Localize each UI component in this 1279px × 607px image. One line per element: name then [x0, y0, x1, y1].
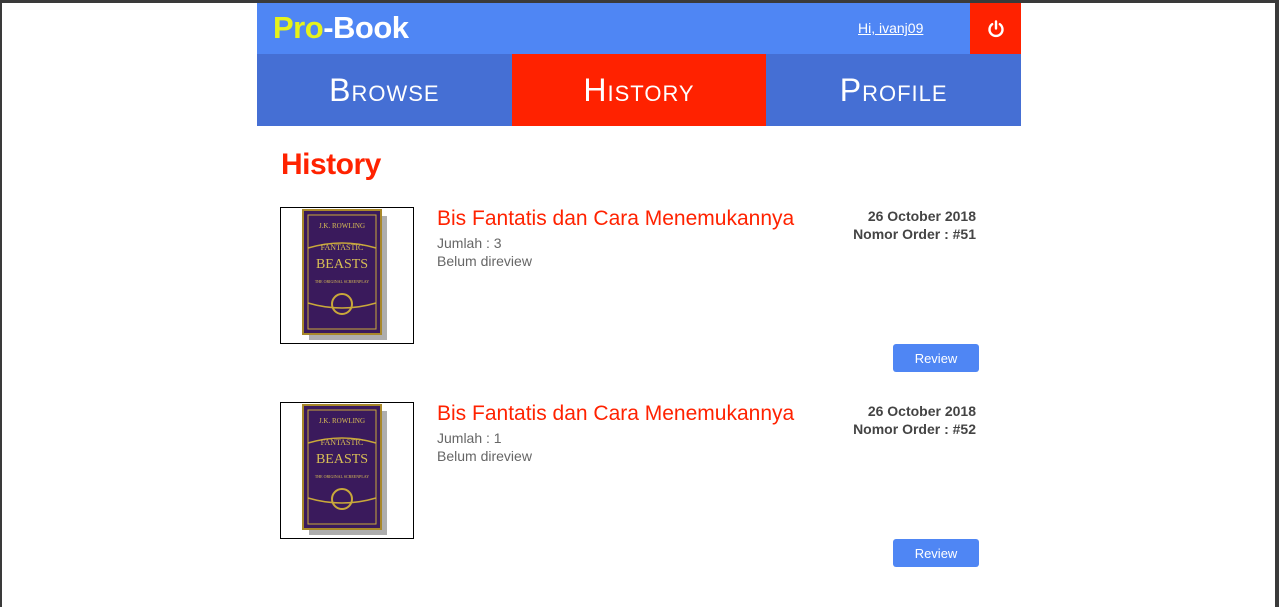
review-button[interactable]: Review: [893, 539, 979, 567]
order-number: Nomor Order : #52: [853, 421, 976, 437]
order-item: J.K. ROWLING FANTASTIC BEASTS THE ORIGIN…: [280, 207, 999, 373]
cover-subtitle: THE ORIGINAL SCREENPLAY: [315, 474, 369, 479]
logo-book: -Book: [323, 10, 409, 45]
order-number: Nomor Order : #51: [853, 226, 976, 242]
header-bar: Pro-Book Hi, ivanj09: [257, 3, 1021, 54]
book-cover-art: J.K. ROWLING FANTASTIC BEASTS THE ORIGIN…: [302, 209, 387, 340]
review-status: Belum direview: [437, 448, 532, 464]
book-cover-art: J.K. ROWLING FANTASTIC BEASTS THE ORIGIN…: [302, 404, 387, 535]
page-title: History: [281, 148, 381, 181]
order-date: 26 October 2018: [867, 403, 976, 419]
book-title: Bis Fantatis dan Cara Menemukannya: [437, 402, 795, 425]
logout-button[interactable]: [970, 3, 1021, 54]
order-date: 26 October 2018: [867, 208, 976, 224]
cover-author: J.K. ROWLING: [319, 222, 365, 230]
main-nav: Browse History Profile: [257, 54, 1021, 126]
cover-author: J.K. ROWLING: [319, 417, 365, 425]
cover-title-line2: BEASTS: [316, 452, 368, 467]
review-status: Belum direview: [437, 253, 532, 269]
review-button[interactable]: Review: [893, 344, 979, 372]
tab-profile[interactable]: Profile: [766, 54, 1021, 126]
book-cover-image: J.K. ROWLING FANTASTIC BEASTS THE ORIGIN…: [280, 402, 414, 539]
cover-subtitle: THE ORIGINAL SCREENPLAY: [315, 279, 369, 284]
logo: Pro-Book: [273, 10, 409, 46]
tab-browse[interactable]: Browse: [257, 54, 512, 126]
power-icon: [987, 19, 1004, 37]
user-greeting-link[interactable]: Hi, ivanj09: [858, 20, 923, 36]
cover-title-line1: FANTASTIC: [321, 438, 364, 447]
book-title: Bis Fantatis dan Cara Menemukannya: [437, 207, 795, 230]
window-frame-right: [1275, 0, 1279, 607]
order-item: J.K. ROWLING FANTASTIC BEASTS THE ORIGIN…: [280, 402, 999, 568]
app-container: Pro-Book Hi, ivanj09 Browse History Prof…: [257, 3, 1021, 567]
window-frame-left: [0, 0, 2, 607]
order-quantity: Jumlah : 3: [437, 235, 502, 251]
order-quantity: Jumlah : 1: [437, 430, 502, 446]
book-cover-image: J.K. ROWLING FANTASTIC BEASTS THE ORIGIN…: [280, 207, 414, 344]
cover-title-line2: BEASTS: [316, 257, 368, 272]
logo-pro: Pro: [273, 10, 324, 45]
cover-title-line1: FANTASTIC: [321, 243, 364, 252]
tab-history[interactable]: History: [511, 54, 767, 126]
